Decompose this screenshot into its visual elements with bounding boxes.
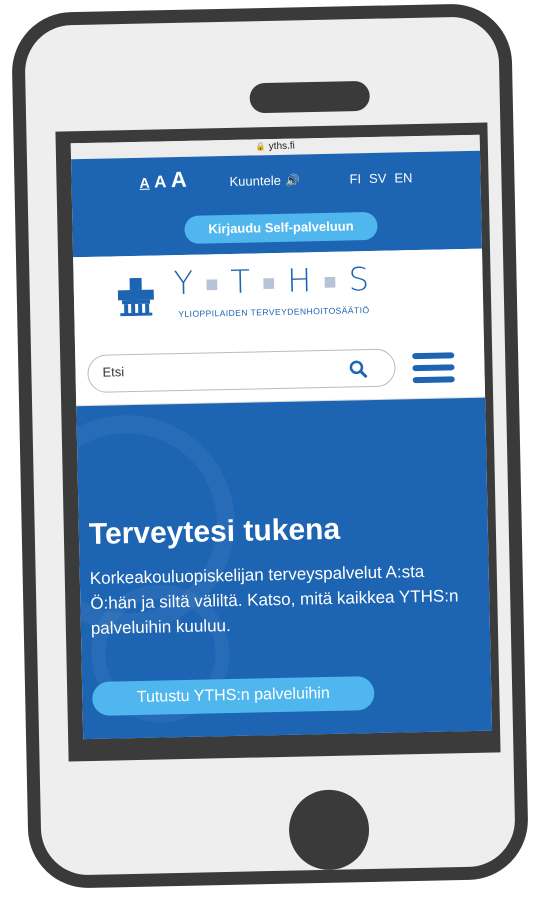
yths-wordmark[interactable]: Y ■ T ■ H ■ S (173, 260, 371, 302)
hero-banner: Terveytesi tukena Korkeakouluopiskelijan… (76, 397, 493, 740)
hero-description: Korkeakouluopiskelijan terveyspalvelut A… (89, 561, 459, 638)
search-placeholder: Etsi (102, 364, 125, 380)
phone-home-button[interactable] (288, 789, 370, 871)
wordmark-letter: T (230, 262, 253, 301)
url-text: yths.fi (268, 140, 295, 153)
phone-speaker (249, 80, 371, 114)
search-input[interactable]: Etsi (87, 348, 396, 393)
hamburger-menu-icon[interactable] (412, 352, 455, 384)
browser-viewport: 🔒 yths.fi A A A Kuuntele 🔊 FI SV EN Kirjaudu… (70, 134, 493, 740)
wordmark-dot: ■ (323, 269, 339, 296)
brand-header: Y ■ T ■ H ■ S YLIOPPILAIDEN TERVEYDENHOITOSÄÄT… (73, 248, 484, 346)
speaker-icon: 🔊 (284, 173, 300, 188)
text-size-controls: A A A (139, 167, 187, 194)
wordmark-letter: S (348, 260, 372, 299)
text-size-small-button[interactable]: A (139, 175, 149, 191)
text-size-large-button[interactable]: A (171, 167, 187, 193)
language-en[interactable]: EN (394, 170, 412, 185)
language-fi[interactable]: FI (349, 171, 361, 186)
search-row: Etsi (74, 336, 486, 407)
login-button[interactable]: Kirjaudu Self-palveluun (184, 211, 378, 244)
yths-logo-icon[interactable] (117, 277, 155, 317)
phone-screen: 🔒 yths.fi A A A Kuuntele 🔊 FI SV EN Kirjaudu… (55, 122, 501, 762)
hero-title: Terveytesi tukena (88, 512, 341, 551)
text-size-medium-button[interactable]: A (154, 172, 167, 192)
language-sv[interactable]: SV (369, 171, 387, 186)
wordmark-letter: Y (173, 263, 196, 303)
language-switcher: FI SV EN (349, 170, 420, 186)
utility-bar: A A A Kuuntele 🔊 FI SV EN Kirjaudu Self-pal… (71, 150, 482, 258)
wordmark-dot: ■ (261, 270, 278, 297)
explore-services-button[interactable]: Tutustu YTHS:n palveluihin (91, 676, 375, 716)
lock-icon: 🔒 (255, 142, 266, 152)
search-icon[interactable] (348, 359, 368, 379)
listen-button[interactable]: Kuuntele 🔊 (229, 172, 300, 189)
brand-tagline: YLIOPPILAIDEN TERVEYDENHOITOSÄÄTIÖ (178, 305, 370, 320)
wordmark-dot: ■ (204, 272, 221, 298)
wordmark-letter: H (286, 261, 314, 300)
listen-label: Kuuntele (229, 172, 282, 189)
